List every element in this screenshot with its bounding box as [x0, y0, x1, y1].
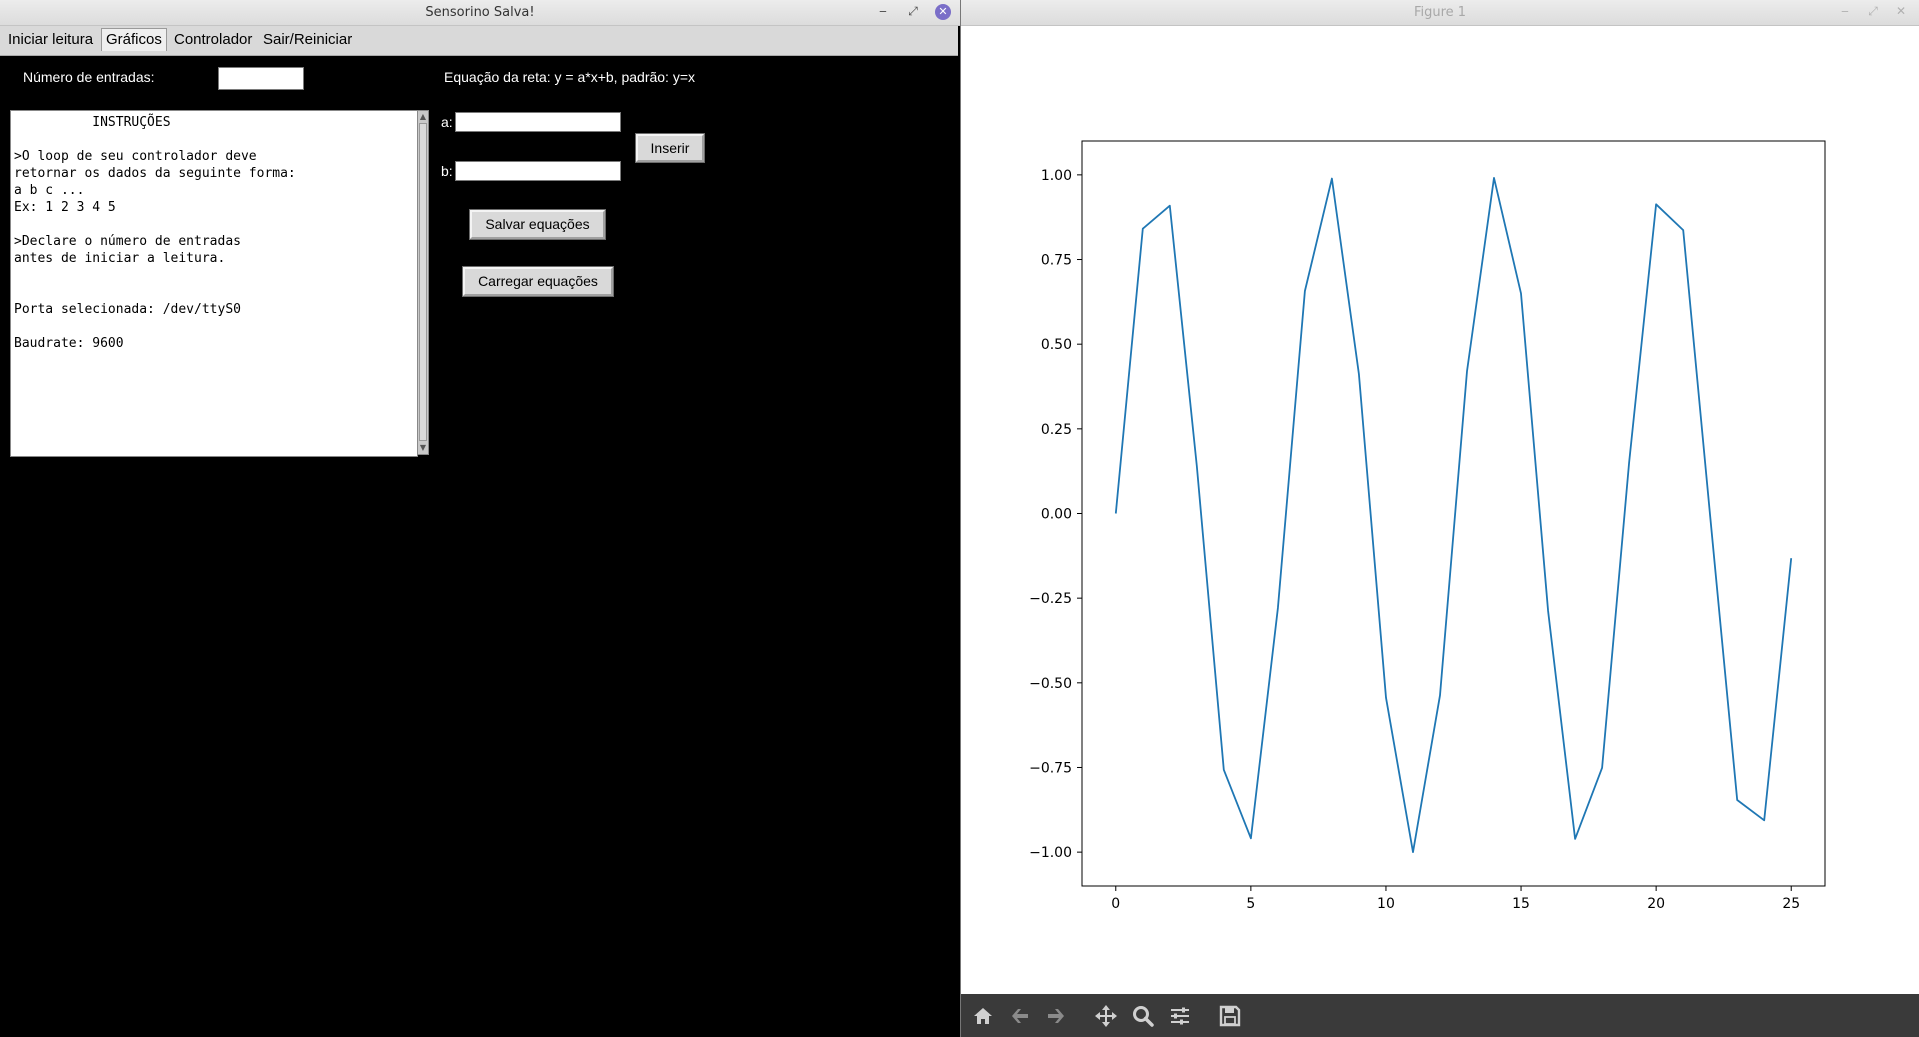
pan-icon[interactable]: [1094, 1004, 1118, 1028]
close-icon[interactable]: ✕: [1893, 4, 1909, 20]
tab-sair-reiniciar[interactable]: Sair/Reiniciar: [259, 29, 356, 51]
configure-subplots-icon[interactable]: [1168, 1004, 1192, 1028]
figure-window: Figure 1 ‒ ⤢ ✕ 0 5 10 15 20 25 1.00 0.75 0.50 0.2…: [961, 0, 1919, 1037]
y-tick-label: 0.25: [1041, 422, 1072, 438]
window-title: Sensorino Salva!: [425, 5, 535, 20]
back-icon[interactable]: [1008, 1004, 1032, 1028]
x-tick-label: 5: [1246, 896, 1255, 912]
tab-graficos[interactable]: Gráficos: [101, 28, 167, 51]
y-tick-label: −1.00: [1029, 845, 1072, 861]
y-tick-label: −0.75: [1029, 760, 1072, 776]
zoom-icon[interactable]: [1131, 1004, 1155, 1028]
plot-area-frame: [1081, 140, 1826, 887]
y-tick-label: 0.00: [1041, 507, 1072, 523]
tab-controlador[interactable]: Controlador: [170, 29, 256, 51]
x-tick-label: 15: [1512, 896, 1530, 912]
y-tick-label: 1.00: [1041, 168, 1072, 184]
y-tick-label: −0.25: [1029, 591, 1072, 607]
b-label: b:: [441, 163, 453, 179]
a-label: a:: [441, 114, 453, 130]
entries-label: Número de entradas:: [23, 69, 155, 85]
y-tick-label: 0.75: [1041, 253, 1072, 269]
series-line: [1114, 176, 1793, 853]
home-icon[interactable]: [971, 1004, 995, 1028]
entries-input[interactable]: [218, 67, 304, 90]
figure-toolbar: [961, 994, 1919, 1037]
minimize-icon[interactable]: ‒: [875, 4, 891, 20]
close-icon[interactable]: ✕: [935, 4, 951, 20]
forward-icon[interactable]: [1044, 1004, 1068, 1028]
equation-label: Equação da reta: y = a*x+b, padrão: y=x: [444, 69, 696, 85]
y-tick-label: −0.50: [1029, 676, 1072, 692]
main-window-titlebar[interactable]: Sensorino Salva! ‒ ⤢ ✕: [0, 0, 960, 26]
a-input[interactable]: [455, 112, 621, 132]
line-chart[interactable]: 0 5 10 15 20 25 1.00 0.75 0.50 0.25 0.00 −0.25 −0.50…: [961, 25, 1919, 994]
x-tick-label: 20: [1647, 896, 1665, 912]
y-tick-label: 0.50: [1041, 337, 1072, 353]
main-window: Sensorino Salva! ‒ ⤢ ✕ Iniciar leitura G…: [0, 0, 961, 1037]
scroll-up-icon[interactable]: ▲: [418, 111, 428, 123]
figure-title: Figure 1: [1413, 5, 1467, 20]
restore-icon[interactable]: ⤢: [905, 4, 921, 20]
x-tick-label: 25: [1782, 896, 1800, 912]
scroll-down-icon[interactable]: ▼: [418, 442, 428, 454]
insert-button[interactable]: Inserir: [636, 134, 704, 162]
save-equations-button[interactable]: Salvar equações: [470, 210, 605, 239]
restore-icon[interactable]: ⤢: [1865, 4, 1881, 20]
minimize-icon[interactable]: ‒: [1837, 4, 1853, 20]
instructions-scrollbar[interactable]: ▲ ▼: [417, 110, 429, 455]
save-icon[interactable]: [1218, 1004, 1242, 1028]
scrollbar-thumb[interactable]: [419, 123, 427, 441]
load-equations-button[interactable]: Carregar equações: [463, 267, 613, 296]
figure-window-titlebar[interactable]: Figure 1 ‒ ⤢ ✕: [961, 0, 1919, 26]
instructions-text: INSTRUÇÕES >O loop de seu controlador de…: [14, 115, 296, 351]
tab-iniciar-leitura[interactable]: Iniciar leitura: [4, 29, 97, 51]
x-tick-label: 10: [1377, 896, 1395, 912]
b-input[interactable]: [455, 161, 621, 181]
menu-bar: Iniciar leitura Gráficos Controlador Sai…: [0, 26, 958, 56]
instructions-textbox[interactable]: INSTRUÇÕES >O loop de seu controlador de…: [10, 110, 418, 457]
x-tick-label: 0: [1111, 896, 1120, 912]
